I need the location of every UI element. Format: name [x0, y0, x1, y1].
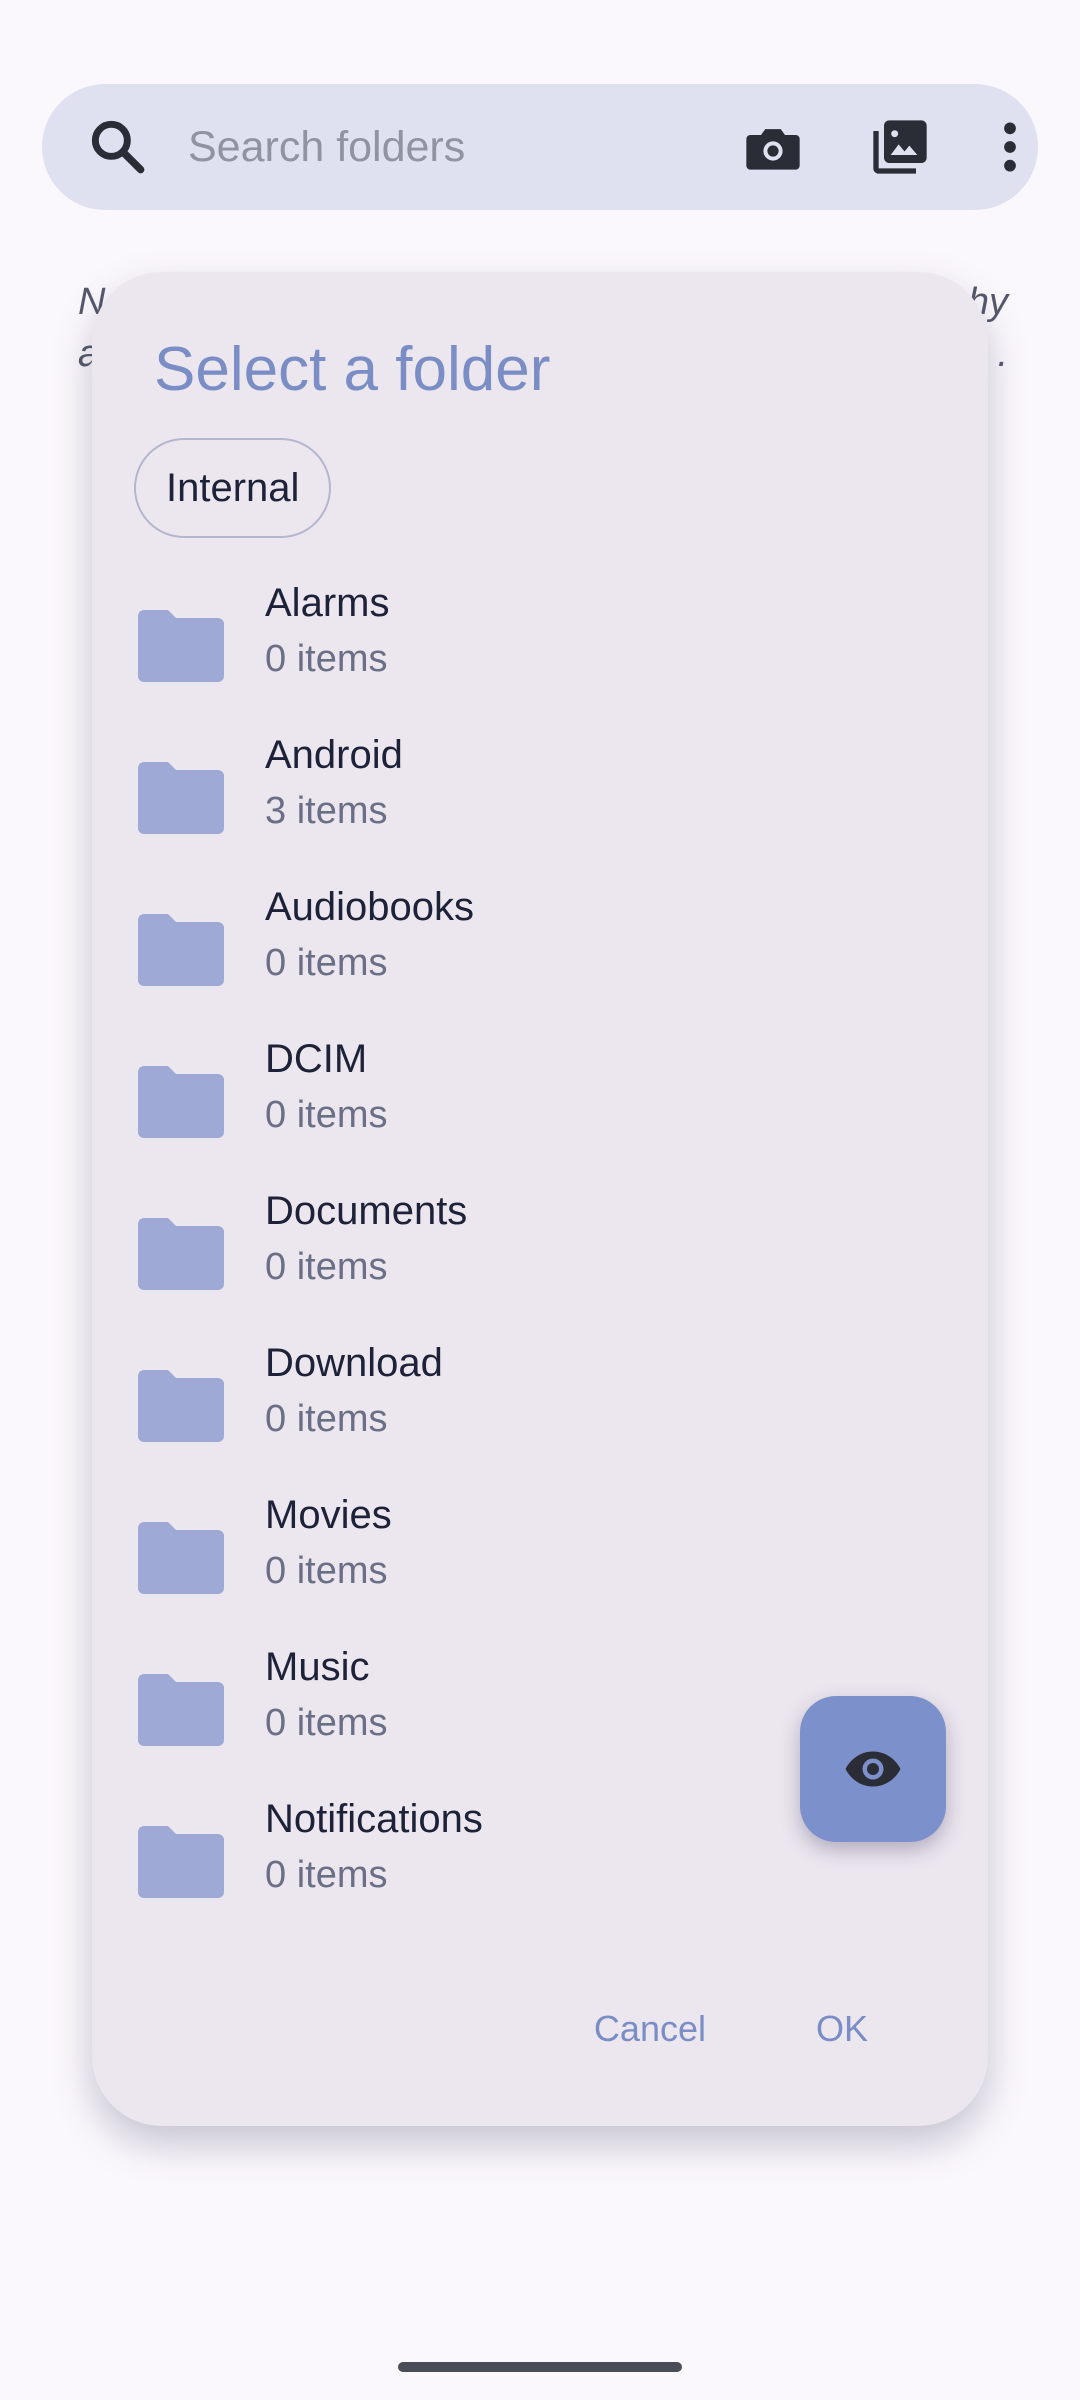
folder-name: Android [265, 733, 403, 777]
show-hidden-fab[interactable] [800, 1696, 946, 1842]
folder-icon [138, 1674, 224, 1746]
folder-icon [138, 1370, 224, 1442]
gallery-icon[interactable] [868, 115, 932, 179]
folder-item-documents[interactable]: Documents 0 items [92, 1180, 988, 1332]
folder-icon [138, 1826, 224, 1898]
more-vert-icon[interactable] [978, 115, 1042, 179]
folder-name: Alarms [265, 581, 390, 625]
folder-name: Music [265, 1645, 370, 1689]
search-icon[interactable] [86, 115, 150, 179]
folder-icon [138, 1066, 224, 1138]
cancel-button[interactable]: Cancel [594, 1999, 706, 2059]
search-bar[interactable]: Search folders [42, 84, 1038, 210]
folder-icon [138, 1218, 224, 1290]
folder-count: 0 items [265, 942, 388, 984]
folder-count: 0 items [265, 1094, 388, 1136]
search-input[interactable]: Search folders [188, 84, 465, 210]
folder-name: Notifications [265, 1797, 483, 1841]
folder-name: Download [265, 1341, 443, 1385]
dialog-title: Select a folder [154, 335, 551, 404]
folder-name: Audiobooks [265, 885, 475, 929]
background-text-fragment: . [997, 333, 1008, 375]
storage-chip-internal[interactable]: Internal [134, 438, 332, 538]
folder-name: Movies [265, 1493, 392, 1537]
folder-name: Documents [265, 1189, 468, 1233]
folder-name: DCIM [265, 1037, 368, 1081]
folder-count: 0 items [265, 638, 388, 680]
dialog-actions: Cancel OK [594, 1999, 868, 2059]
folder-item-download[interactable]: Download 0 items [92, 1332, 988, 1484]
folder-icon [138, 762, 224, 834]
select-folder-dialog: Select a folder Internal Alarms 0 items … [92, 272, 988, 2126]
folder-count: 0 items [265, 1246, 388, 1288]
folder-count: 0 items [265, 1550, 388, 1592]
folder-item-android[interactable]: Android 3 items [92, 724, 988, 876]
ok-button[interactable]: OK [816, 1999, 868, 2059]
folder-icon [138, 1522, 224, 1594]
folder-count: 0 items [265, 1702, 388, 1744]
camera-icon[interactable] [741, 115, 805, 179]
eye-icon [845, 1751, 901, 1787]
folder-icon [138, 914, 224, 986]
folder-count: 0 items [265, 1398, 388, 1440]
folder-item-alarms[interactable]: Alarms 0 items [92, 572, 988, 724]
folder-icon [138, 610, 224, 682]
folder-count: 0 items [265, 1854, 388, 1896]
folder-item-audiobooks[interactable]: Audiobooks 0 items [92, 876, 988, 1028]
home-indicator[interactable] [398, 2362, 682, 2372]
folder-item-movies[interactable]: Movies 0 items [92, 1484, 988, 1636]
folder-count: 3 items [265, 790, 388, 832]
folder-item-dcim[interactable]: DCIM 0 items [92, 1028, 988, 1180]
